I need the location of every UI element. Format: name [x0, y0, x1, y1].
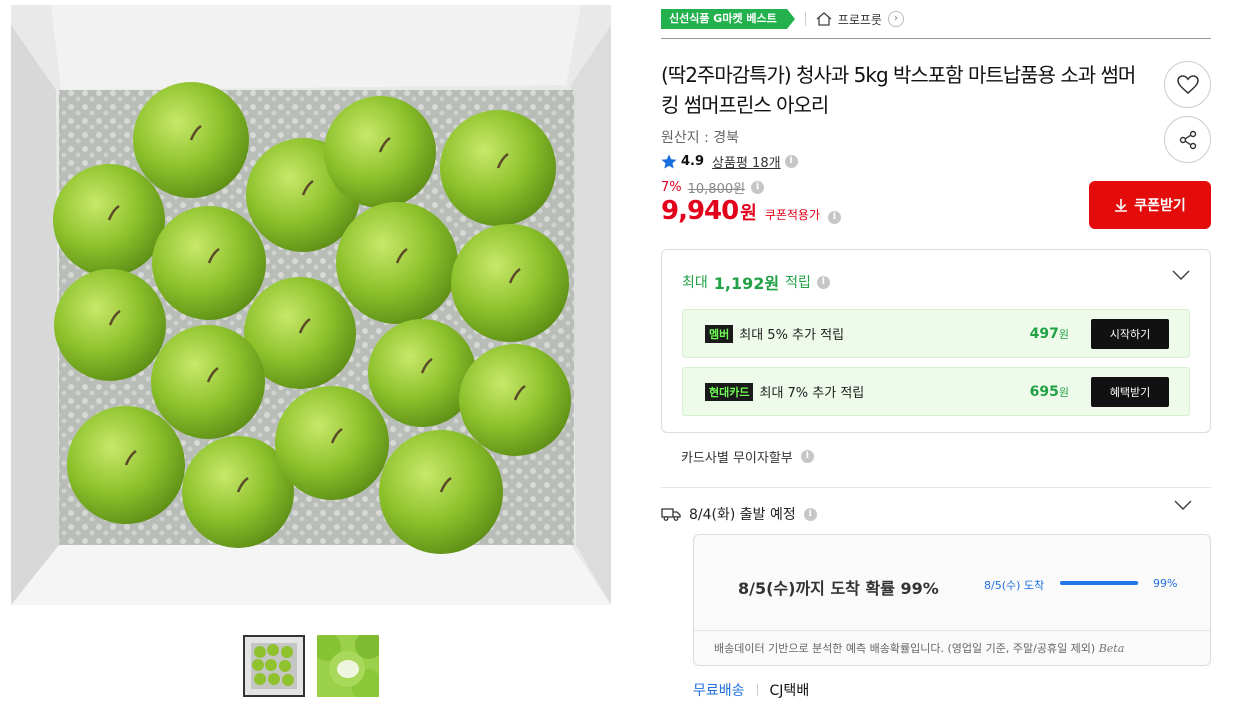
beta-label: Beta	[1098, 642, 1125, 655]
product-title: (딱2주마감특가) 청사과 5kg 박스포함 마트납품용 소과 썸머킹 썸머프린…	[661, 63, 1136, 117]
card-tag: 현대카드	[705, 382, 754, 401]
arrival-probability: 8/5(수)까지 도착 확률 99%	[738, 579, 939, 598]
thumbnail-cut-apple[interactable]	[317, 635, 379, 697]
thumbnail-box[interactable]	[243, 635, 305, 697]
delivery-note: 배송데이터 기반으로 분석한 예측 배송확률입니다. (영업일 기준, 주말/공…	[714, 642, 1125, 655]
price-unit: 원	[740, 203, 757, 224]
reward-item-member: 멤버 최대 5% 추가 적립 497원 시작하기	[682, 309, 1190, 358]
chevron-down-icon[interactable]	[1174, 500, 1192, 510]
info-icon[interactable]: i	[828, 211, 842, 224]
delivery-estimate-panel: 8/5(수)까지 도착 확률 99% 8/5(수) 도착 99% 배송데이터 기…	[693, 534, 1211, 666]
coupon-button[interactable]: 쿠폰받기	[1089, 181, 1211, 229]
main-product-image	[11, 5, 611, 605]
coupon-price-note: 쿠폰적용가	[764, 208, 821, 222]
review-link[interactable]: 상품평 18개	[712, 152, 781, 171]
info-icon[interactable]: i	[751, 181, 765, 194]
arrival-progress-bar	[1060, 581, 1139, 585]
courier-name: CJ택배	[769, 683, 810, 699]
start-button[interactable]: 시작하기	[1091, 318, 1169, 349]
benefit-button[interactable]: 혜택받기	[1091, 376, 1169, 407]
badge-row: 신선식품 G마켓 베스트 프로프룻 ›	[661, 8, 904, 30]
discount-percent: 7%	[661, 180, 682, 195]
discount-row: 7% 10,800원 i	[661, 178, 765, 197]
section-divider	[661, 487, 1211, 488]
reward-head-prefix: 최대	[682, 275, 708, 291]
departure-text: 8/4(화) 출발 예정	[689, 507, 796, 523]
arrival-bar-label: 8/5(수) 도착	[984, 579, 1045, 592]
reward-item-card: 현대카드 최대 7% 추가 적립 695원 혜택받기	[682, 367, 1190, 416]
rating-row: 4.9 상품평 18개 i	[661, 152, 798, 171]
rating-score: 4.9	[681, 154, 705, 169]
reward-item-amount: 695원	[1029, 383, 1069, 400]
chevron-down-icon[interactable]	[1172, 270, 1190, 280]
member-tag: 멤버	[705, 324, 734, 343]
truck-icon	[661, 508, 681, 521]
reward-item-text: 최대 7% 추가 적립	[759, 386, 865, 401]
download-icon	[1115, 199, 1128, 212]
store-link[interactable]: 프로프룻 ›	[816, 11, 904, 28]
sale-price: 9,940	[661, 196, 739, 226]
free-shipping-row: 무료배송 CJ택배	[693, 680, 809, 700]
installment-row[interactable]: 카드사별 무이자할부 i	[681, 447, 814, 466]
shipping-row[interactable]: 8/4(화) 출발 예정 i	[661, 504, 817, 524]
arrival-percent: 99%	[1153, 577, 1178, 590]
free-shipping-label: 무료배송	[693, 683, 745, 699]
heart-icon	[1176, 74, 1199, 94]
best-badge[interactable]: 신선식품 G마켓 베스트	[661, 9, 795, 29]
badge-divider	[804, 12, 806, 26]
apple-box-photo	[11, 5, 611, 605]
divider	[756, 684, 758, 696]
info-icon[interactable]: i	[803, 507, 817, 521]
info-icon[interactable]: i	[784, 155, 798, 168]
share-icon	[1179, 130, 1196, 149]
reward-max-amount: 1,192원	[713, 274, 780, 293]
info-icon[interactable]: i	[816, 275, 830, 289]
thumbnail-list	[243, 635, 379, 697]
home-icon	[816, 12, 832, 26]
origin-text: 원산지 : 경북	[661, 130, 740, 146]
top-divider	[661, 38, 1211, 39]
reward-head-suffix: 적립	[785, 275, 811, 291]
installment-text: 카드사별 무이자할부	[681, 451, 793, 466]
delivery-divider	[694, 630, 1210, 631]
reward-item-amount: 497원	[1029, 325, 1069, 342]
original-price: 10,800원	[687, 182, 746, 197]
price-row: 9,940 원 쿠폰적용가 i	[661, 196, 842, 226]
reward-header[interactable]: 최대 1,192원 적립 i	[682, 270, 830, 294]
store-name: 프로프룻	[837, 12, 882, 27]
reward-item-text: 최대 5% 추가 적립	[739, 328, 845, 343]
reward-panel: 최대 1,192원 적립 i 멤버 최대 5% 추가 적립 497원 시작하기 …	[661, 249, 1211, 433]
share-button[interactable]	[1164, 116, 1211, 163]
thumbnail-cut-apple-image	[317, 635, 379, 697]
thumbnail-box-image	[245, 637, 303, 695]
star-icon	[661, 154, 677, 169]
chevron-right-icon: ›	[887, 11, 904, 27]
arrival-progress-fill	[1060, 581, 1139, 585]
wishlist-button[interactable]	[1164, 61, 1211, 108]
coupon-button-label: 쿠폰받기	[1134, 198, 1186, 214]
info-icon[interactable]: i	[800, 450, 814, 463]
